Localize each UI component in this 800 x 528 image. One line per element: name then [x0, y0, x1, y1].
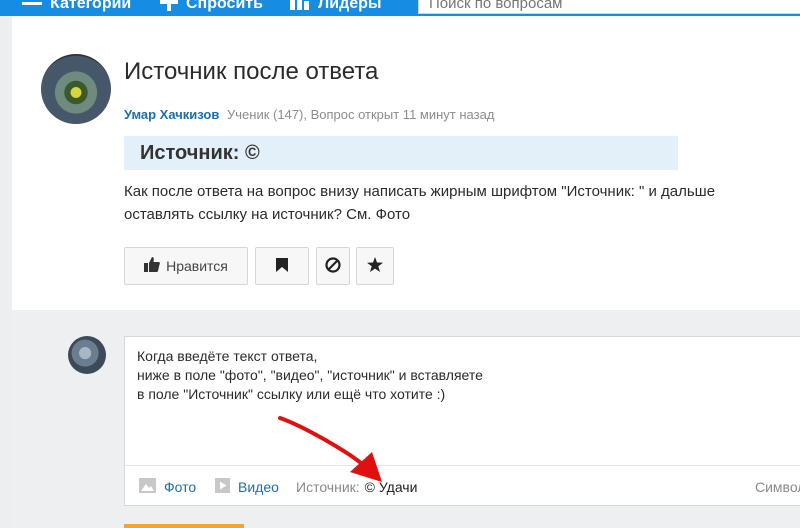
- attach-photo-button[interactable]: Фото: [139, 476, 196, 498]
- thumbs-up-icon: [144, 257, 160, 275]
- question-body-line: оставлять ссылку на источник? См. Фото: [124, 206, 411, 223]
- bookmark-button[interactable]: [255, 247, 309, 285]
- author-avatar[interactable]: [41, 54, 111, 124]
- like-label: Нравится: [166, 258, 228, 274]
- video-label: Видео: [238, 479, 279, 495]
- bar-chart-icon: [290, 0, 310, 15]
- flag-icon: [276, 257, 288, 275]
- question-body-line: Как после ответа на вопрос внизу написат…: [124, 183, 716, 200]
- photo-label: Фото: [164, 479, 197, 495]
- answer-line: ниже в поле "фото", "видео", "источник" …: [137, 367, 483, 383]
- like-button[interactable]: Нравится: [124, 247, 248, 285]
- nav-leaders-label: Лидеры: [318, 0, 382, 12]
- report-button[interactable]: [316, 247, 350, 285]
- photo-icon: [139, 478, 156, 496]
- nav-leaders[interactable]: Лидеры: [290, 0, 382, 15]
- char-counter: Символ: [755, 479, 800, 495]
- source-field[interactable]: Источник: © Удачи: [296, 476, 417, 498]
- nav-categories-label: Категории: [50, 0, 132, 12]
- author-name-link[interactable]: Умар Хачкизов: [124, 107, 219, 122]
- source-value[interactable]: © Удачи: [365, 479, 418, 495]
- block-icon: [325, 256, 341, 276]
- answer-line: в поле "Источник" ссылку или ещё что хот…: [137, 386, 446, 402]
- nav-categories[interactable]: Категории: [22, 0, 131, 15]
- favorite-button[interactable]: [356, 247, 394, 285]
- question-title: Источник после ответа: [124, 58, 379, 85]
- source-label: Источник:: [296, 479, 360, 495]
- submit-button-edge[interactable]: [124, 524, 244, 528]
- answer-editor[interactable]: Когда введёте текст ответа, ниже в поле …: [124, 336, 800, 506]
- nav-ask[interactable]: Спросить: [160, 0, 263, 15]
- source-banner: Источник: ©: [124, 136, 678, 170]
- play-icon: [215, 478, 230, 496]
- left-margin: [0, 16, 12, 528]
- plus-icon: [160, 0, 178, 16]
- answer-text[interactable]: Когда введёте текст ответа, ниже в поле …: [137, 347, 483, 404]
- attach-video-button[interactable]: Видео: [215, 476, 279, 498]
- question-body: Как после ответа на вопрос внизу написат…: [124, 180, 800, 226]
- question-meta-text: Ученик (147), Вопрос открыт 11 минут наз…: [227, 107, 495, 122]
- nav-ask-label: Спросить: [186, 0, 263, 12]
- toolbar-divider: [125, 465, 800, 466]
- star-icon: [367, 257, 383, 275]
- user-avatar: [68, 336, 106, 374]
- answer-line: Когда введёте текст ответа,: [137, 348, 318, 364]
- search-input[interactable]: [418, 0, 800, 14]
- question-meta: Умар Хачкизов Ученик (147), Вопрос откры…: [124, 107, 494, 122]
- menu-icon: [22, 0, 42, 15]
